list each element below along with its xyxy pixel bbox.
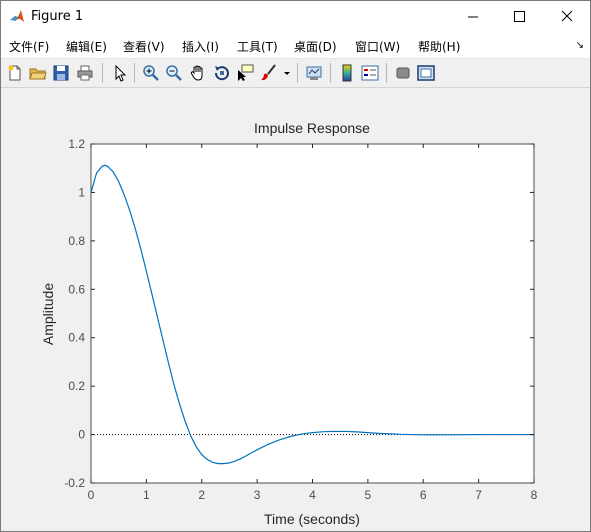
y-tick-label: 0.2: [68, 379, 85, 393]
brush-icon[interactable]: [260, 64, 278, 82]
zoom-in-icon[interactable]: [142, 64, 160, 82]
menu-help[interactable]: 帮助(H): [418, 38, 460, 55]
menu-desktop[interactable]: 桌面(D): [294, 38, 337, 55]
y-tick-label: 1.2: [68, 137, 85, 151]
y-tick-label: 0.8: [68, 234, 85, 248]
toolbar-separator: [297, 63, 298, 83]
menu-insert[interactable]: 插入(I): [182, 38, 219, 55]
y-tick-label: -0.2: [64, 476, 85, 490]
x-tick-label: 0: [88, 488, 95, 502]
close-button[interactable]: [544, 1, 590, 32]
toolbar-separator: [330, 63, 331, 83]
menu-edit[interactable]: 编辑(E): [66, 38, 107, 55]
pan-icon[interactable]: [189, 64, 207, 82]
hide-plot-tools-icon[interactable]: [394, 64, 412, 82]
insert-legend-icon[interactable]: [361, 64, 379, 82]
save-icon[interactable]: [52, 64, 70, 82]
close-icon: [561, 10, 573, 22]
figure-canvas[interactable]: 012345678 -0.2 0 0.2 0.4 0.6 0.8 1 1.2 Impulse …: [1, 88, 590, 531]
x-tick-label: 7: [475, 488, 482, 502]
maximize-button[interactable]: [496, 1, 542, 32]
insert-colorbar-icon[interactable]: [338, 64, 356, 82]
chart-title: Impulse Response: [254, 120, 370, 136]
x-tick-label: 8: [531, 488, 538, 502]
x-tick-label: 1: [143, 488, 150, 502]
menu-overflow-arrow-icon[interactable]: ↘: [576, 40, 584, 51]
rotate-3d-icon[interactable]: [213, 64, 231, 82]
x-tick-label: 3: [254, 488, 261, 502]
y-tick-label: 0.4: [68, 331, 85, 345]
menu-bar: 文件(F) 编辑(E) 查看(V) 插入(I) 工具(T) 桌面(D) 窗口(W…: [1, 32, 590, 59]
y-tick-label: 0: [78, 428, 85, 442]
toolbar-separator: [386, 63, 387, 83]
title-bar[interactable]: Figure 1: [1, 1, 590, 32]
menu-window[interactable]: 窗口(W): [355, 38, 400, 55]
minimize-button[interactable]: [450, 1, 496, 32]
menu-view[interactable]: 查看(V): [123, 38, 165, 55]
print-icon[interactable]: [76, 64, 94, 82]
window-title: Figure 1: [31, 9, 84, 24]
show-plot-tools-icon[interactable]: [417, 64, 435, 82]
x-tick-label: 6: [420, 488, 427, 502]
x-tick-label: 2: [198, 488, 205, 502]
y-tick-label: 1: [78, 185, 85, 199]
toolbar-separator: [102, 63, 103, 83]
new-figure-icon[interactable]: [6, 64, 24, 82]
x-tick-label: 5: [365, 488, 372, 502]
y-axis-label: Amplitude: [40, 283, 56, 345]
edit-plot-icon[interactable]: [111, 64, 129, 82]
menu-tools[interactable]: 工具(T): [237, 38, 278, 55]
x-tick-label: 4: [309, 488, 316, 502]
link-plot-icon[interactable]: [305, 64, 323, 82]
y-tick-label: 0.6: [68, 282, 85, 296]
impulse-response-axes[interactable]: 012345678 -0.200.20.40.60.811.2 Impulse …: [1, 88, 590, 531]
toolbar-separator: [134, 63, 135, 83]
minimize-icon: [468, 16, 478, 18]
x-axis-label: Time (seconds): [264, 511, 360, 527]
brush-dropdown-icon[interactable]: [282, 64, 292, 82]
figure-window: Figure 1 文件(F) 编辑(E) 查看(V) 插入(I) 工具(T) 桌…: [0, 0, 591, 532]
open-file-icon[interactable]: [29, 64, 47, 82]
figure-toolbar: [1, 59, 590, 88]
menu-file[interactable]: 文件(F): [9, 38, 49, 55]
maximize-icon: [514, 11, 525, 22]
data-cursor-icon[interactable]: [236, 64, 254, 82]
zoom-out-icon[interactable]: [165, 64, 183, 82]
matlab-logo-icon: [9, 9, 25, 25]
